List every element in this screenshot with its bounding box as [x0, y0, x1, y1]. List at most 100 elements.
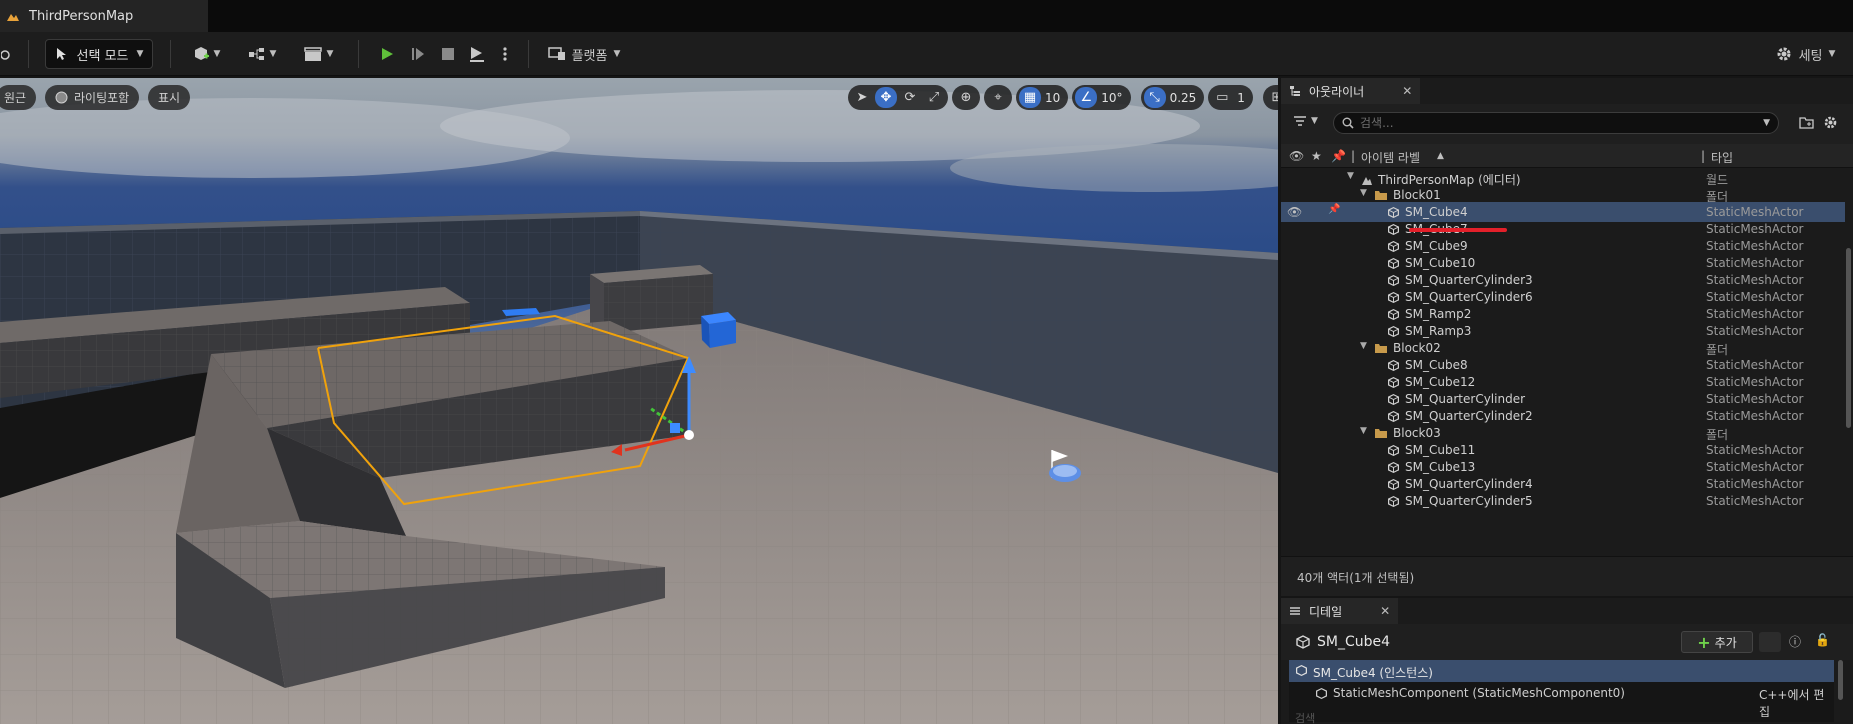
row-label: SM_QuarterCylinder5	[1405, 494, 1533, 508]
static-mesh-icon	[1388, 444, 1399, 456]
advance-frame-button[interactable]	[406, 39, 430, 69]
rotation-snap-icon[interactable]: ∠	[1075, 87, 1098, 108]
eye-icon[interactable]: 👁	[1287, 205, 1302, 219]
blueprints-button[interactable]: ▼	[242, 39, 282, 69]
show-flags-button[interactable]: 표시	[148, 85, 191, 110]
level-tab-title: ThirdPersonMap	[29, 8, 134, 24]
scale-tool-icon[interactable]: ⤢	[923, 87, 945, 108]
details-panel: 디테일 ✕ SM_Cube4 + 추가 ⓘ 🔓 SM_Cube4 (인스턴스) …	[1281, 598, 1853, 724]
chevron-down-icon[interactable]: ▼	[1360, 426, 1367, 436]
close-icon[interactable]: ✕	[1380, 604, 1390, 618]
outliner-search-input[interactable]	[1360, 116, 1740, 130]
details-tab[interactable]: 디테일 ✕	[1281, 598, 1399, 624]
level-viewport[interactable]: 원근 라이팅포함 표시 ➤ ✥ ⟳ ⤢ ⊕ ⌖ ▦ 10 ∠ 10° ⤡ 0.2…	[0, 78, 1278, 724]
edit-in-cpp-link[interactable]: C++에서 편집	[1759, 686, 1834, 720]
view-mode-label: 라이팅포함	[74, 91, 130, 105]
scale-snap-icon[interactable]: ⤡	[1143, 87, 1166, 108]
add-content-button[interactable]: ▼	[186, 39, 226, 69]
chevron-down-icon[interactable]: ▼	[1360, 341, 1367, 351]
details-scrollbar[interactable]	[1838, 660, 1843, 700]
selected-actor-name[interactable]: SM_Cube4	[1317, 634, 1390, 650]
gear-icon	[1777, 47, 1791, 61]
chevron-down-icon[interactable]: ▼	[1763, 118, 1770, 128]
component-row-static-mesh[interactable]: StaticMeshComponent (StaticMeshComponent…	[1289, 682, 1834, 719]
static-mesh-icon	[1388, 206, 1399, 218]
pin-icon[interactable]: 📌	[1328, 204, 1340, 215]
main-toolbar: 선택 모드 ▼ ▼ ▼ ▼ 플랫폼 ▼ 세팅 ▼	[0, 32, 1853, 76]
new-folder-icon[interactable]	[1799, 116, 1814, 132]
perspective-label: 원근	[4, 91, 27, 105]
kebab-menu-icon	[503, 47, 507, 61]
red-annotation-underline	[1409, 228, 1507, 232]
platforms-icon	[547, 47, 565, 60]
static-mesh-icon	[1296, 664, 1307, 677]
selection-mode-label: 선택 모드	[76, 48, 129, 64]
camera-speed-value[interactable]: 1	[1235, 91, 1250, 105]
gear-icon[interactable]	[1823, 115, 1838, 133]
camera-speed-group: ▭ 1	[1208, 85, 1253, 110]
scene-render[interactable]	[0, 78, 1278, 724]
chevron-down-icon: ▼	[1311, 116, 1318, 126]
level-tab[interactable]: ThirdPersonMap	[0, 0, 208, 32]
outliner-row[interactable]: SM_QuarterCylinder5 StaticMeshActor	[1281, 491, 1845, 511]
grid-snap-icon[interactable]: ▦	[1019, 87, 1041, 108]
row-type: StaticMeshActor	[1706, 307, 1804, 321]
platforms-dropdown[interactable]: 플랫폼 ▼	[544, 39, 624, 69]
add-component-button[interactable]: + 추가	[1681, 631, 1753, 653]
chevron-down-icon[interactable]: ▼	[1347, 171, 1354, 181]
perspective-button[interactable]: 원근	[0, 85, 37, 110]
lit-sphere-icon	[55, 91, 68, 104]
viewport-layout-icon[interactable]: ⊞	[1266, 87, 1278, 108]
play-button[interactable]	[374, 39, 400, 69]
chevron-down-icon[interactable]: ▼	[1360, 188, 1367, 198]
rotate-tool-icon[interactable]: ⟳	[899, 87, 921, 108]
outliner-scrollbar[interactable]	[1846, 248, 1851, 428]
row-type: StaticMeshActor	[1706, 375, 1804, 389]
pin-icon[interactable]: 📌	[1331, 149, 1346, 163]
column-item-label[interactable]: 아이템 라벨	[1361, 149, 1420, 166]
surface-snap-icon[interactable]: ⌖	[987, 87, 1009, 108]
details-search-hint[interactable]: 검색	[1295, 710, 1315, 724]
component-tree: SM_Cube4 (인스턴스) StaticMeshComponent (Sta…	[1289, 660, 1843, 722]
select-tool-icon[interactable]: ➤	[851, 87, 873, 108]
world-space-icon[interactable]: ⊕	[955, 87, 977, 108]
outliner-search[interactable]: ▼	[1333, 112, 1779, 134]
row-label: SM_Cube13	[1405, 460, 1476, 474]
row-type: StaticMeshActor	[1706, 358, 1804, 372]
static-mesh-icon	[1388, 478, 1399, 490]
component-row-instance[interactable]: SM_Cube4 (인스턴스)	[1289, 660, 1834, 682]
static-mesh-icon	[1388, 274, 1399, 286]
eject-button[interactable]	[464, 39, 490, 69]
outliner-tab[interactable]: 아웃라이너 ✕	[1281, 78, 1421, 104]
folder-icon	[1375, 429, 1387, 438]
filter-button[interactable]: ▼	[1293, 115, 1318, 127]
close-icon[interactable]: ✕	[1402, 84, 1412, 98]
row-label: SM_Cube4	[1405, 205, 1468, 219]
play-options-button[interactable]	[494, 39, 516, 69]
selection-mode-dropdown[interactable]: 선택 모드 ▼	[45, 39, 153, 69]
row-type: StaticMeshActor	[1706, 273, 1804, 287]
translate-tool-icon[interactable]: ✥	[875, 87, 897, 108]
camera-icon[interactable]: ▭	[1211, 87, 1233, 108]
outliner-footer: 40개 액터(1개 선택됨)	[1281, 556, 1853, 596]
rotation-snap-value[interactable]: 10°	[1099, 91, 1127, 105]
layout-group: ⊞	[1262, 85, 1278, 110]
help-icon[interactable]: ⓘ	[1789, 633, 1801, 650]
scale-snap-value[interactable]: 0.25	[1168, 91, 1202, 105]
row-label: SM_QuarterCylinder2	[1405, 409, 1533, 423]
chevron-down-icon: ▼	[213, 49, 221, 59]
star-icon[interactable]: ★	[1311, 149, 1322, 163]
stop-button[interactable]	[436, 39, 460, 69]
blueprint-convert-icon[interactable]	[1759, 632, 1781, 652]
lock-icon[interactable]: 🔓	[1815, 633, 1830, 647]
grid-snap-value[interactable]: 10	[1043, 91, 1065, 105]
static-mesh-icon	[1388, 325, 1399, 337]
settings-dropdown[interactable]: 세팅 ▼	[1764, 39, 1846, 69]
view-mode-button[interactable]: 라이팅포함	[45, 85, 140, 110]
save-icon[interactable]	[0, 39, 16, 69]
row-type: StaticMeshActor	[1706, 392, 1804, 406]
cinematics-button[interactable]: ▼	[298, 39, 338, 69]
row-type: StaticMeshActor	[1706, 409, 1804, 423]
column-type[interactable]: 타입	[1711, 149, 1733, 166]
eye-icon[interactable]: 👁	[1289, 149, 1304, 163]
